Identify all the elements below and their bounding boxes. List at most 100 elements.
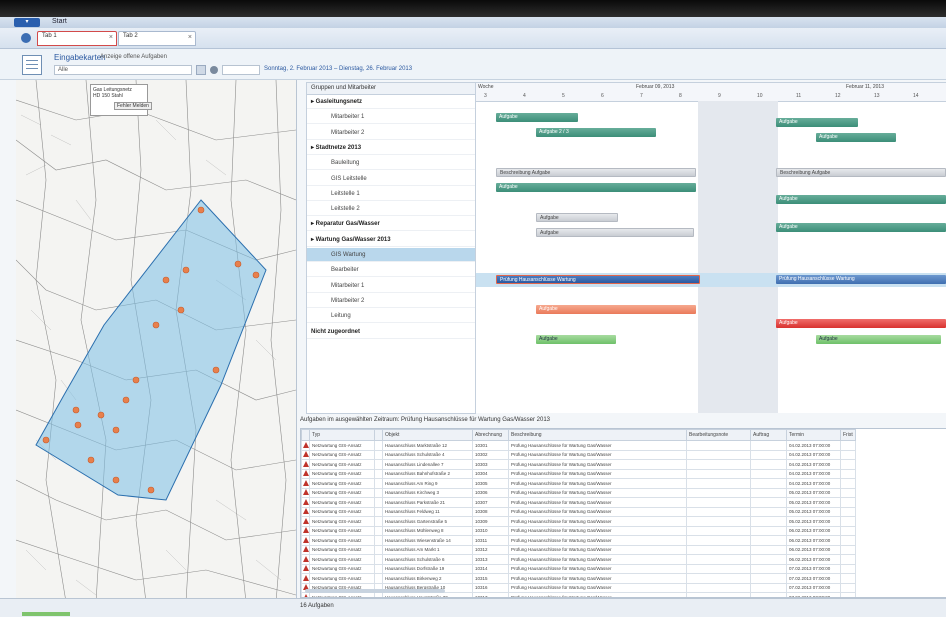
tree-label: ▸ Stadtnetze 2013: [311, 144, 362, 151]
back-icon[interactable]: [21, 33, 31, 43]
gantt-task-bar[interactable]: Aufgabe: [776, 118, 858, 127]
table-row[interactable]: Netzwartung GIS-Ansatz Hausanschluss Birk…: [301, 573, 856, 584]
gantt-task-bar[interactable]: Beschreibung Aufgabe: [776, 168, 946, 177]
tab-2[interactable]: Tab 2 ×: [118, 31, 196, 46]
warning-icon: [301, 525, 310, 536]
tree-item[interactable]: GIS Wartung: [307, 248, 475, 262]
gantt-task-bar[interactable]: Aufgabe: [816, 335, 941, 344]
column-header[interactable]: Bearbeitungsnote: [686, 429, 751, 441]
table-cell: Netzwartung GIS-Ansatz: [309, 468, 375, 479]
list-icon: [22, 55, 42, 75]
table-row[interactable]: Netzwartung GIS-Ansatz Hausanschluss Bahn…: [301, 468, 856, 479]
table-cell: [374, 449, 383, 460]
column-header[interactable]: Auftrag: [750, 429, 787, 441]
day-label: 7: [640, 93, 643, 99]
gantt-task-bar[interactable]: Aufgabe: [776, 319, 946, 328]
start-menu[interactable]: Start: [52, 18, 67, 25]
map-canvas[interactable]: [16, 80, 296, 602]
gantt-task-bar[interactable]: Aufgabe: [816, 133, 896, 142]
table-cell: 05.02.2013 07:00:00: [786, 506, 841, 517]
table-cell: Hausanschluss Am Markt 1: [382, 544, 473, 555]
tree-group[interactable]: ▸ Gasleitungsnetz: [307, 95, 475, 109]
gantt-task-bar[interactable]: Beschreibung Aufgabe: [496, 168, 696, 177]
tree-item[interactable]: Mitarbeiter 1: [307, 110, 475, 125]
gantt-task-bar[interactable]: Aufgabe: [536, 228, 694, 237]
close-icon[interactable]: ×: [188, 34, 192, 41]
gantt-task-bar[interactable]: Aufgabe: [536, 213, 618, 222]
table-row[interactable]: Netzwartung GIS-Ansatz Hausanschluss Schu…: [301, 449, 856, 460]
table-row[interactable]: Netzwartung GIS-Ansatz Hausanschluss Feld…: [301, 506, 856, 517]
tree-item[interactable]: Leitstelle 1: [307, 187, 475, 201]
gantt-task-bar[interactable]: Aufgabe: [496, 113, 578, 122]
gantt-task-bar[interactable]: Aufgabe: [776, 195, 946, 204]
map-view[interactable]: Gas Leitungsnetz HD 150 Stahl Fehler Mel…: [16, 80, 297, 602]
day-label: 13: [874, 93, 880, 99]
table-row[interactable]: Netzwartung GIS-Ansatz Hausanschluss Wies…: [301, 535, 856, 546]
tree-item[interactable]: Leitstelle 2: [307, 202, 475, 217]
gantt-task-bar[interactable]: Prüfung Hausanschlüsse Wartung: [496, 275, 700, 284]
close-icon[interactable]: ×: [109, 34, 113, 41]
table-row[interactable]: Netzwartung GIS-Ansatz Hausanschluss Am M…: [301, 544, 856, 555]
week-label: Februar 11, 2013: [846, 84, 884, 90]
column-header[interactable]: [374, 429, 383, 441]
horizontal-scrollbar[interactable]: [305, 589, 445, 593]
table-row[interactable]: Netzwartung GIS-Ansatz Hausanschluss Schu…: [301, 554, 856, 565]
table-cell: [750, 516, 787, 527]
table-cell: Prüfung Hausanschlüsse für Wartung Gas/W…: [508, 478, 687, 489]
gantt-task-bar[interactable]: Aufgabe: [536, 305, 696, 314]
gantt-task-bar[interactable]: Aufgabe: [776, 223, 946, 232]
gantt-task-bar[interactable]: Prüfung Hausanschlüsse Wartung: [776, 275, 946, 284]
column-header[interactable]: Objekt: [382, 429, 473, 441]
table-cell: Hausanschluss Mühlenweg 8: [382, 525, 473, 536]
table-cell: 07.02.2013 07:00:00: [786, 582, 841, 593]
table-row[interactable]: Netzwartung GIS-Ansatz Hausanschluss Am R…: [301, 478, 856, 489]
tree-header: Gruppen und Mitarbeiter: [307, 83, 475, 95]
tab-1[interactable]: Tab 1 ×: [37, 31, 117, 46]
column-header[interactable]: Typ: [309, 429, 375, 441]
table-cell: Netzwartung GIS-Ansatz: [309, 497, 375, 508]
table-cell: Hausanschluss Schulstraße 6: [382, 554, 473, 565]
column-header[interactable]: [301, 429, 310, 441]
tree-label: ▸ Reparatur Gas/Wasser: [311, 221, 380, 228]
table-row[interactable]: Netzwartung GIS-Ansatz Hausanschluss Park…: [301, 497, 856, 508]
tree-label: GIS Wartung: [331, 252, 366, 258]
table-row[interactable]: Netzwartung GIS-Ansatz Hausanschluss Kirc…: [301, 487, 856, 498]
gantt-task-bar[interactable]: Aufgabe 2 / 3: [536, 128, 656, 137]
tree-group[interactable]: ▸ Wartung Gas/Wasser 2013: [307, 233, 475, 247]
calendar-icon[interactable]: [196, 65, 206, 75]
table-row[interactable]: Netzwartung GIS-Ansatz Hausanschluss Gart…: [301, 516, 856, 527]
table-row[interactable]: Netzwartung GIS-Ansatz Hausanschluss Dorf…: [301, 563, 856, 574]
tree-item[interactable]: Bearbeiter: [307, 263, 475, 278]
tree-item[interactable]: Mitarbeiter 2: [307, 126, 475, 140]
table-cell: [686, 449, 751, 460]
tree-label: Bauleitung: [331, 160, 360, 167]
tree-item[interactable]: Leitung: [307, 309, 475, 324]
tree-item[interactable]: GIS Leitstelle: [307, 172, 475, 186]
table-row[interactable]: Netzwartung GIS-Ansatz Hausanschluss Lind…: [301, 459, 856, 470]
gantt-chart[interactable]: Woche Februar 09, 2013 Februar 11, 2013 …: [476, 82, 946, 413]
table-row[interactable]: Netzwartung GIS-Ansatz Hausanschluss Mühl…: [301, 525, 856, 536]
date-input[interactable]: [222, 65, 260, 75]
tree-item[interactable]: Mitarbeiter 1: [307, 279, 475, 293]
tree-item[interactable]: Mitarbeiter 2: [307, 294, 475, 308]
table-cell: 06.02.2013 07:00:00: [786, 525, 841, 536]
tree-group[interactable]: Nicht zugeordnet: [307, 325, 475, 339]
gantt-task-bar[interactable]: Aufgabe: [536, 335, 616, 344]
column-header[interactable]: Abrechnung: [472, 429, 509, 441]
refresh-icon[interactable]: [210, 66, 218, 74]
column-header[interactable]: Frist: [840, 429, 856, 441]
app-menu-button[interactable]: ▾: [14, 18, 40, 27]
tree-group[interactable]: ▸ Stadtnetze 2013: [307, 141, 475, 155]
table-cell: [686, 478, 751, 489]
table-row[interactable]: Netzwartung GIS-Ansatz Hausanschluss Mark…: [301, 440, 856, 451]
table-cell: [840, 563, 856, 574]
tree-group[interactable]: ▸ Reparatur Gas/Wasser: [307, 217, 475, 232]
column-header[interactable]: Beschreibung: [508, 429, 687, 441]
column-header[interactable]: Termin: [786, 429, 841, 441]
report-error-button[interactable]: Fehler Melden: [114, 102, 152, 110]
table-cell: Hausanschluss Birkenweg 2: [382, 573, 473, 584]
tree-item[interactable]: Bauleitung: [307, 156, 475, 171]
table-cell: [686, 535, 751, 546]
filter-input[interactable]: Alle: [54, 65, 192, 75]
gantt-task-bar[interactable]: Aufgabe: [496, 183, 696, 192]
